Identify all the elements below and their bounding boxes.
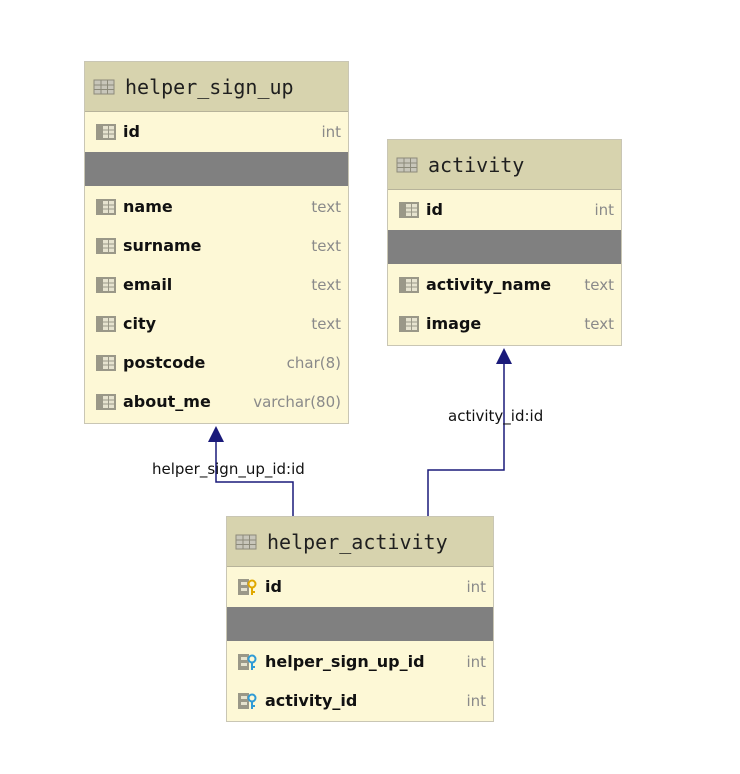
column-type: text: [311, 275, 341, 294]
table-header[interactable]: helper_sign_up: [85, 62, 348, 112]
column-name: id: [123, 122, 140, 141]
column-name: activity_name: [426, 275, 552, 294]
column-name: city: [123, 314, 157, 333]
key-separator: [85, 152, 348, 186]
column-row-helper-sign-up-id[interactable]: helper_sign_up_id int: [227, 642, 493, 681]
column-icon: [96, 123, 116, 140]
column-row-id[interactable]: id int: [85, 112, 348, 151]
column-type: text: [311, 197, 341, 216]
key-separator: [227, 607, 493, 641]
column-row-about-me[interactable]: about_me varchar(80): [85, 382, 348, 421]
table-helper-activity[interactable]: helper_activity id int helper_sign_up_id…: [226, 516, 494, 722]
key-separator: [388, 230, 621, 264]
column-type: text: [311, 236, 341, 255]
column-icon: [399, 315, 419, 332]
column-row-name[interactable]: name text: [85, 187, 348, 226]
column-row-id[interactable]: id int: [388, 190, 621, 229]
table-icon: [396, 157, 418, 172]
column-type: text: [584, 314, 614, 333]
column-icon: [399, 201, 419, 218]
column-row-id[interactable]: id int: [227, 567, 493, 606]
table-helper-sign-up[interactable]: helper_sign_up id int name text surname …: [84, 61, 349, 424]
table-icon: [93, 79, 115, 94]
column-type: text: [311, 314, 341, 333]
column-name: helper_sign_up_id: [265, 652, 425, 671]
column-type: int: [594, 200, 614, 219]
column-icon: [96, 354, 116, 371]
column-row-activity-id[interactable]: activity_id int: [227, 681, 493, 720]
column-icon: [96, 198, 116, 215]
column-name: id: [265, 577, 282, 596]
arrowhead-activity: [496, 348, 512, 364]
column-type: int: [466, 652, 486, 671]
column-row-surname[interactable]: surname text: [85, 226, 348, 265]
column-row-city[interactable]: city text: [85, 304, 348, 343]
column-name: about_me: [123, 392, 211, 411]
column-name: postcode: [123, 353, 206, 372]
column-type: int: [321, 122, 341, 141]
column-type: text: [584, 275, 614, 294]
column-name: image: [426, 314, 482, 333]
table-title: helper_sign_up: [125, 74, 294, 99]
column-name: surname: [123, 236, 202, 255]
table-title: activity: [428, 152, 525, 177]
column-icon: [96, 393, 116, 410]
table-title: helper_activity: [267, 529, 448, 554]
column-name: activity_id: [265, 691, 358, 710]
column-type: int: [466, 691, 486, 710]
table-icon: [235, 534, 257, 549]
table-header[interactable]: helper_activity: [227, 517, 493, 567]
column-name: email: [123, 275, 173, 294]
column-icon: [399, 276, 419, 293]
column-type: int: [466, 577, 486, 596]
table-header[interactable]: activity: [388, 140, 621, 190]
primary-key-icon: [238, 578, 257, 595]
column-row-email[interactable]: email text: [85, 265, 348, 304]
column-name: name: [123, 197, 173, 216]
column-name: id: [426, 200, 443, 219]
foreign-key-icon: [238, 692, 257, 709]
relation-label-helper-sign-up: helper_sign_up_id:id: [152, 460, 305, 478]
fk-line-helper-sign-up: [215, 440, 294, 516]
arrowhead-helper-sign-up: [208, 426, 224, 442]
column-icon: [96, 276, 116, 293]
foreign-key-icon: [238, 653, 257, 670]
relation-label-activity: activity_id:id: [448, 407, 544, 425]
fk-line-activity: [427, 362, 505, 516]
column-icon: [96, 315, 116, 332]
column-row-image[interactable]: image text: [388, 304, 621, 343]
column-type: char(8): [286, 353, 341, 372]
column-row-activity-name[interactable]: activity_name text: [388, 265, 621, 304]
table-activity[interactable]: activity id int activity_name text image…: [387, 139, 622, 346]
column-type: varchar(80): [253, 392, 341, 411]
column-row-postcode[interactable]: postcode char(8): [85, 343, 348, 382]
column-icon: [96, 237, 116, 254]
